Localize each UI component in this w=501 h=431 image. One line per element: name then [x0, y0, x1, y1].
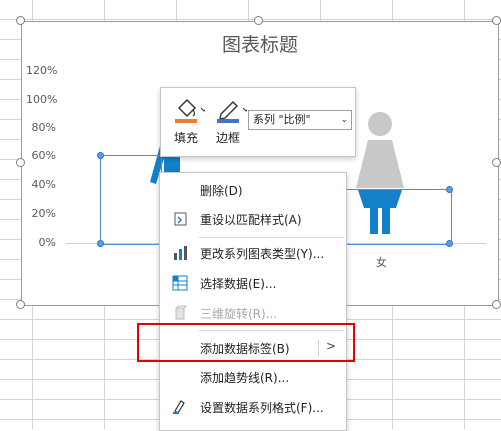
chart-resize-handle[interactable]	[16, 158, 25, 167]
selection-handle[interactable]	[446, 186, 453, 193]
menu-item-reset-style[interactable]: 重设以匹配样式(A)	[160, 207, 346, 231]
y-tick-label: 20%	[31, 207, 56, 220]
menu-item-label: 添加趋势线(R)...	[200, 371, 290, 385]
menu-item-change-chart-type[interactable]: 更改系列图表类型(Y)...	[160, 241, 346, 265]
chart-title[interactable]: 图表标题	[22, 30, 498, 57]
series-select-dropdown[interactable]: 系列 "比例" ⌄	[248, 110, 352, 130]
reset-style-icon	[174, 212, 187, 226]
menu-item-label: 更改系列图表类型(Y)...	[200, 247, 325, 261]
series-select-value: 系列 "比例"	[253, 113, 311, 126]
3d-rotation-icon	[175, 305, 188, 320]
menu-item-label: 重设以匹配样式(A)	[200, 213, 302, 227]
chart-resize-handle[interactable]	[492, 16, 501, 25]
series-selection-box[interactable]	[346, 189, 452, 245]
change-chart-type-icon	[174, 246, 187, 260]
paint-bucket-icon	[175, 99, 208, 123]
chart-resize-handle[interactable]	[254, 16, 263, 25]
border-label: 边框	[215, 131, 240, 145]
selection-handle[interactable]	[97, 152, 104, 159]
chart-resize-handle[interactable]	[16, 16, 25, 25]
menu-item-label: 三维旋转(R)...	[200, 307, 278, 321]
menu-separator	[198, 237, 344, 238]
highlight-box-add-data-labels	[137, 323, 355, 362]
pen-border-icon	[217, 101, 250, 123]
fill-label: 填充	[173, 131, 198, 145]
menu-item-select-data[interactable]: 选择数据(E)...	[160, 271, 346, 295]
format-series-icon	[173, 400, 185, 414]
x-category-label: 女	[376, 256, 387, 269]
menu-item-delete[interactable]: 删除(D)	[160, 178, 346, 202]
chart-resize-handle[interactable]	[16, 300, 25, 309]
y-tick-label: 40%	[31, 178, 56, 191]
series-selection-box[interactable]	[100, 155, 162, 245]
chart-resize-handle[interactable]	[492, 300, 501, 309]
menu-item-label: 设置数据系列格式(F)...	[200, 401, 324, 415]
menu-item-add-trendline[interactable]: 添加趋势线(R)...	[160, 365, 346, 389]
y-tick-label: 0%	[38, 236, 56, 249]
chevron-down-icon: ⌄	[340, 115, 348, 125]
menu-item-format-data-series[interactable]: 设置数据系列格式(F)...	[160, 395, 346, 419]
menu-item-label: 删除(D)	[200, 184, 243, 198]
border-button[interactable]: 边框	[213, 94, 250, 150]
y-tick-label: 100%	[26, 93, 58, 106]
selection-handle[interactable]	[97, 240, 104, 247]
mini-toolbar: 填充 边框 系列 "比例" ⌄	[160, 87, 356, 157]
y-tick-label: 60%	[31, 149, 56, 162]
menu-item-3d-rotation: 三维旋转(R)...	[160, 301, 346, 325]
chart-resize-handle[interactable]	[492, 158, 501, 167]
context-menu: 删除(D) 重设以匹配样式(A) 更改系列图表类型(Y)... 选择数据(E).…	[159, 172, 347, 431]
selection-handle[interactable]	[446, 240, 453, 247]
y-tick-label: 120%	[26, 64, 58, 77]
y-tick-label: 80%	[31, 121, 56, 134]
fill-button[interactable]: 填充	[171, 94, 208, 150]
select-data-icon	[172, 275, 188, 291]
menu-item-label: 选择数据(E)...	[200, 277, 277, 291]
